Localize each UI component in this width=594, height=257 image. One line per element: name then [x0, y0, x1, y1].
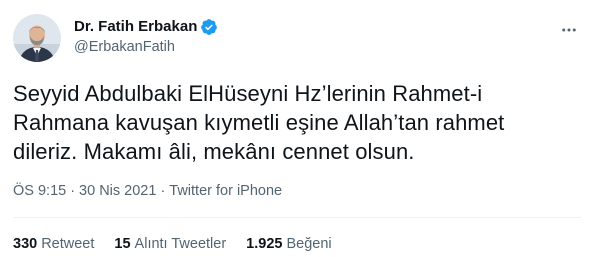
tweet-date[interactable]: 30 Nis 2021 — [79, 183, 156, 199]
meta-separator: · — [70, 183, 76, 199]
tweet-time[interactable]: ÖS 9:15 — [13, 183, 66, 199]
likes-stat[interactable]: 1.925 Beğeni — [246, 236, 331, 252]
quotes-stat[interactable]: 15 Alıntı Tweetler — [114, 236, 226, 252]
author-block: Dr. Fatih Erbakan @ErbakanFatih — [74, 17, 218, 55]
quotes-label: Alıntı Tweetler — [134, 236, 227, 252]
display-name[interactable]: Dr. Fatih Erbakan — [74, 18, 197, 35]
retweets-stat[interactable]: 330 Retweet — [13, 236, 94, 252]
avatar[interactable] — [13, 14, 61, 62]
name-row: Dr. Fatih Erbakan — [74, 17, 218, 36]
tweet-stats: 330 Retweet 15 Alıntı Tweetler 1.925 Beğ… — [13, 236, 352, 252]
likes-label: Beğeni — [286, 236, 332, 252]
profile-photo — [13, 14, 61, 62]
tweet-meta: ÖS 9:15 · 30 Nis 2021 · Twitter for iPho… — [13, 183, 282, 199]
tweet-card: Dr. Fatih Erbakan @ErbakanFatih Seyyid A… — [0, 0, 594, 257]
user-handle[interactable]: @ErbakanFatih — [74, 39, 218, 55]
divider — [13, 217, 581, 218]
tweet-source[interactable]: Twitter for iPhone — [169, 183, 282, 199]
retweets-count: 330 — [13, 236, 38, 252]
likes-count: 1.925 — [246, 236, 283, 252]
tweet-text: Seyyid Abdulbaki ElHüseyni Hz’lerinin Ra… — [13, 81, 505, 164]
quotes-count: 15 — [114, 236, 131, 252]
retweets-label: Retweet — [41, 236, 95, 252]
more-dots-icon[interactable] — [557, 18, 581, 42]
meta-separator: · — [160, 183, 166, 199]
verified-badge-icon — [200, 18, 218, 36]
